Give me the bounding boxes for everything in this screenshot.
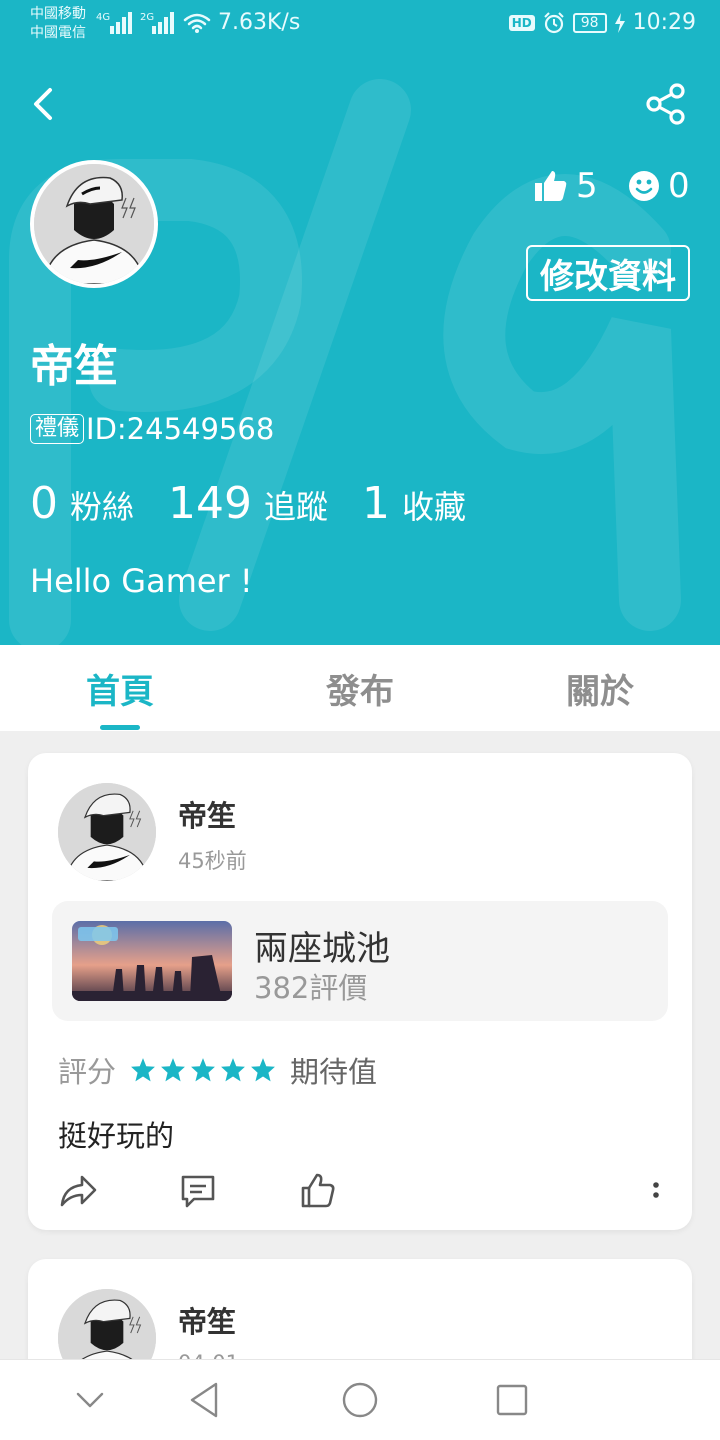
smile-icon bbox=[629, 171, 659, 201]
signal-2-icon bbox=[152, 12, 174, 34]
like-icon[interactable] bbox=[298, 1171, 338, 1211]
network-speed: 7.63K/s bbox=[218, 10, 301, 35]
post-card[interactable]: 帝笙 45秒前 兩座城池 382評價 評分 期待值 挺好玩的 bbox=[28, 753, 692, 1230]
status-bar: 中國移動 中國電信 4G 2G 7.63K/s HD 98 10:29 bbox=[0, 0, 720, 50]
carrier-1: 中國移動 bbox=[30, 6, 86, 22]
nav-down-icon[interactable] bbox=[66, 1376, 114, 1424]
profile-header: 中國移動 中國電信 4G 2G 7.63K/s HD 98 10:29 5 0 … bbox=[0, 0, 720, 645]
tab-posts[interactable]: 發布 bbox=[240, 645, 480, 731]
carrier-2: 中國電信 bbox=[30, 25, 86, 41]
fans-count[interactable]: 0 bbox=[30, 478, 58, 529]
avatar-illustration bbox=[34, 164, 154, 284]
user-id: ID:24549568 bbox=[86, 412, 275, 446]
post-author-avatar[interactable] bbox=[58, 783, 156, 881]
tab-home[interactable]: 首頁 bbox=[0, 645, 240, 731]
star-icon bbox=[161, 1058, 185, 1082]
fans-label[interactable]: 粉絲 bbox=[70, 482, 134, 528]
system-nav-bar bbox=[0, 1359, 720, 1440]
star-icon bbox=[221, 1058, 245, 1082]
clock-time: 10:29 bbox=[632, 10, 696, 35]
profile-avatar[interactable] bbox=[30, 160, 158, 288]
active-tab-indicator bbox=[100, 725, 140, 730]
thumbs-up-icon bbox=[535, 171, 567, 201]
likes-count: 5 bbox=[576, 166, 598, 206]
back-arrow-icon[interactable] bbox=[28, 84, 64, 124]
charging-icon bbox=[614, 12, 625, 33]
profile-tabs: 首頁 發布 關於 bbox=[0, 645, 720, 731]
user-id-row: 禮儀 ID:24549568 bbox=[30, 412, 274, 446]
star-icon bbox=[251, 1058, 275, 1082]
more-vertical-icon[interactable] bbox=[646, 1177, 666, 1207]
profile-name: 帝笙 bbox=[30, 341, 118, 392]
following-label[interactable]: 追蹤 bbox=[264, 482, 328, 528]
post-author-name[interactable]: 帝笙 bbox=[178, 793, 236, 835]
share-icon[interactable] bbox=[644, 82, 688, 126]
carrier-names: 中國移動 中國電信 bbox=[30, 5, 86, 43]
network-type-1: 4G bbox=[96, 12, 111, 23]
post-author-name[interactable]: 帝笙 bbox=[178, 1299, 236, 1341]
alarm-icon bbox=[544, 11, 564, 33]
nav-home-icon[interactable] bbox=[336, 1376, 384, 1424]
following-count[interactable]: 149 bbox=[168, 478, 252, 529]
game-name: 兩座城池 bbox=[254, 929, 390, 969]
smiles-stat: 0 bbox=[628, 166, 690, 206]
profile-bio: Hello Gamer ! bbox=[30, 562, 253, 600]
likes-stat: 5 bbox=[534, 166, 598, 206]
rating-label: 評分 bbox=[58, 1055, 117, 1089]
favorites-count[interactable]: 1 bbox=[362, 478, 390, 529]
nav-back-icon[interactable] bbox=[182, 1376, 230, 1424]
rating-tag: 期待值 bbox=[290, 1055, 378, 1089]
post-time: 45秒前 bbox=[178, 849, 247, 873]
game-link-box[interactable]: 兩座城池 382評價 bbox=[52, 901, 668, 1021]
wifi-icon bbox=[183, 13, 211, 33]
post-body-text: 挺好玩的 bbox=[58, 1119, 175, 1153]
smiles-count: 0 bbox=[668, 166, 690, 206]
battery-level: 98 bbox=[572, 12, 607, 33]
nav-recents-icon[interactable] bbox=[488, 1376, 536, 1424]
star-icon bbox=[131, 1058, 155, 1082]
status-right: HD 98 10:29 bbox=[508, 10, 696, 35]
avatar-illustration bbox=[58, 783, 156, 881]
edit-profile-button[interactable]: 修改資料 bbox=[526, 245, 690, 301]
tab-about[interactable]: 關於 bbox=[480, 645, 720, 731]
profile-counts: 0 粉絲 149 追蹤 1 收藏 bbox=[30, 478, 500, 529]
signal-1-icon bbox=[110, 12, 132, 34]
game-reviews-count: 382評價 bbox=[254, 971, 368, 1005]
game-artwork-image bbox=[72, 921, 232, 1001]
rating-row: 評分 期待值 bbox=[58, 1049, 377, 1091]
user-tag-badge: 禮儀 bbox=[30, 414, 85, 444]
star-icon bbox=[191, 1058, 215, 1082]
comment-icon[interactable] bbox=[178, 1171, 218, 1211]
game-thumbnail bbox=[72, 921, 232, 1001]
hd-badge: HD bbox=[508, 14, 535, 31]
forward-icon[interactable] bbox=[58, 1171, 98, 1211]
watermark-logo-icon bbox=[9, 79, 681, 645]
favorites-label[interactable]: 收藏 bbox=[402, 482, 466, 528]
